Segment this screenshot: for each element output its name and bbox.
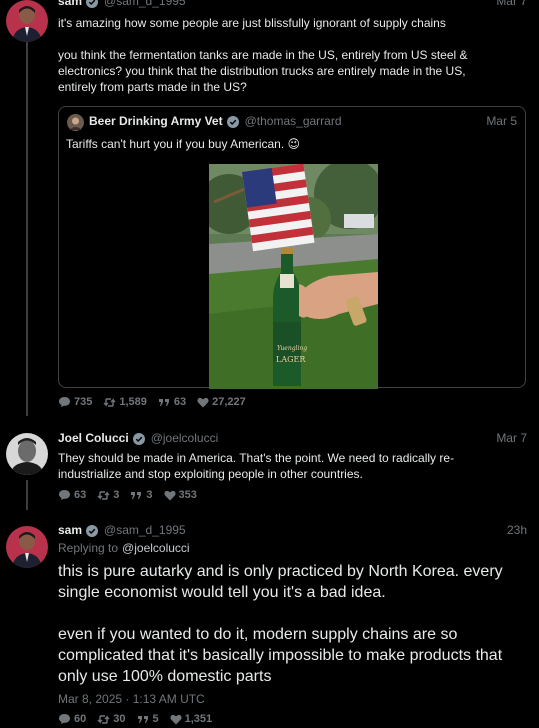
verified-badge-icon [86, 0, 99, 8]
verified-badge-icon [86, 524, 99, 537]
thread-connector-line [26, 480, 28, 510]
comment-icon [59, 490, 70, 500]
quote-count[interactable]: 3 [130, 489, 153, 501]
reply-count[interactable]: 60 [58, 713, 86, 725]
post-timestamp-row: Mar 8, 2025 · 1:13 AM UTC [58, 692, 527, 707]
avatar[interactable] [6, 433, 48, 475]
post-text-line: you think the fermentation tanks are mad… [58, 48, 468, 62]
quote-icon [137, 716, 148, 723]
post-date[interactable]: Mar 7 [496, 0, 527, 9]
comment-icon [59, 397, 70, 407]
heart-icon [197, 397, 209, 407]
author-name[interactable]: Joel Colucci [58, 431, 129, 446]
post-text-line: industrialize and stop exploiting people… [58, 467, 363, 481]
repost-count-value: 1,589 [119, 396, 147, 408]
reply-count-value: 63 [74, 489, 87, 501]
post-header: sam @sam_d_1995 Mar 7 [58, 0, 527, 9]
post-text-line: only use 100% domestic parts [58, 668, 272, 685]
post-text-line: even if you wanted to do it, modern supp… [58, 626, 458, 643]
quote-author-name[interactable]: Beer Drinking Army Vet [89, 114, 223, 129]
quoted-post[interactable]: Beer Drinking Army Vet @thomas_garrard M… [58, 106, 526, 389]
post-date[interactable]: 23h [507, 523, 527, 538]
quote-text: Tariffs can't hurt you if you buy Americ… [66, 136, 300, 152]
author-name[interactable]: sam [58, 0, 82, 9]
like-count-value: 1,351 [184, 713, 213, 725]
post-text-line: single economist would tell you it's a b… [58, 584, 386, 601]
post-stats: 735 1,589 63 27,227 [58, 396, 257, 408]
post-header: sam @sam_d_1995 23h [58, 523, 527, 538]
post-stats: 63 3 3 353 [58, 489, 208, 501]
quote-header: Beer Drinking Army Vet @thomas_garrard M… [89, 114, 517, 129]
quote-count[interactable]: 63 [158, 396, 186, 408]
repost-count[interactable]: 30 [97, 713, 126, 725]
author-name[interactable]: sam [58, 523, 82, 538]
reply-count-value: 60 [74, 713, 87, 725]
repost-count[interactable]: 1,589 [103, 396, 147, 408]
like-count[interactable]: 1,351 [170, 713, 213, 725]
heart-icon [170, 714, 182, 724]
quote-date[interactable]: Mar 5 [486, 114, 517, 129]
reply-count[interactable]: 63 [58, 489, 86, 501]
like-count[interactable]: 27,227 [197, 396, 246, 408]
quote-icon [131, 492, 142, 499]
quote-text-content: Tariffs can't hurt you if you buy Americ… [66, 137, 285, 151]
quote-author-handle[interactable]: @thomas_garrard [245, 114, 342, 129]
heart-icon [163, 490, 176, 500]
replying-to: Replying to @joelcolucci [58, 541, 527, 556]
quote-count[interactable]: 5 [137, 713, 159, 725]
post: sam @sam_d_1995 Mar 7 [58, 0, 527, 9]
post-text-line: They should be made in America. That's t… [58, 451, 455, 465]
quote-avatar [67, 114, 84, 131]
quote-count-value: 5 [152, 713, 159, 725]
post-text-line: electronics? you think that the distribu… [58, 64, 466, 78]
comment-icon [59, 714, 70, 724]
quote-icon [158, 399, 169, 406]
avatar[interactable] [6, 526, 48, 568]
repost-count-value: 30 [113, 713, 126, 725]
retweet-icon [97, 714, 110, 724]
retweet-icon [97, 490, 110, 500]
post: sam @sam_d_1995 23h Replying to @joelcol… [58, 523, 527, 556]
avatar[interactable] [6, 0, 48, 42]
post-text-line: this is pure autarky and is only practic… [58, 563, 503, 580]
replying-to-prefix: Replying to [58, 541, 119, 555]
post-text: it's amazing how some people are just bl… [58, 15, 527, 95]
post-text-line: it's amazing how some people are just bl… [58, 16, 446, 30]
bottle-type-label: LAGER [276, 355, 306, 364]
beer-flag-photo: Yuengling LAGER [209, 164, 378, 389]
post-date[interactable]: Mar 7 [496, 431, 527, 446]
reply-count-value: 735 [74, 396, 93, 408]
post: Joel Colucci @joelcolucci Mar 7 [58, 431, 527, 446]
reply-count[interactable]: 735 [58, 396, 92, 408]
quote-count-value: 3 [146, 489, 153, 501]
post-timestamp[interactable]: Mar 8, 2025 · 1:13 AM UTC [58, 692, 205, 706]
repost-count[interactable]: 3 [97, 489, 119, 501]
author-handle[interactable]: @sam_d_1995 [104, 0, 186, 9]
post-stats: 60 30 5 1,351 [58, 713, 223, 725]
bottle-brand-label: Yuengling [277, 345, 307, 352]
author-handle[interactable]: @sam_d_1995 [104, 523, 186, 538]
like-count-value: 27,227 [212, 396, 246, 408]
thread-connector-line [26, 42, 28, 416]
like-count-value: 353 [178, 489, 197, 501]
retweet-icon [103, 397, 116, 407]
wink-emoji: 😉 [287, 137, 301, 151]
post-text-line: complicated that it's basically impossib… [58, 647, 503, 664]
repost-count-value: 3 [113, 489, 120, 501]
post-text-line: entirely from parts made in the US? [58, 80, 247, 94]
quote-media-image[interactable]: Yuengling LAGER [209, 164, 378, 389]
author-handle[interactable]: @joelcolucci [151, 431, 219, 446]
post-text: this is pure autarky and is only practic… [58, 561, 527, 687]
verified-badge-icon [226, 115, 239, 128]
verified-badge-icon [132, 432, 145, 445]
replying-to-link[interactable]: @joelcolucci [122, 541, 190, 556]
post-text: They should be made in America. That's t… [58, 450, 527, 482]
like-count[interactable]: 353 [163, 489, 197, 501]
post-header: Joel Colucci @joelcolucci Mar 7 [58, 431, 527, 446]
thread-view: sam @sam_d_1995 Mar 7 it's amazing how s… [0, 0, 539, 728]
quote-count-value: 63 [173, 396, 187, 408]
